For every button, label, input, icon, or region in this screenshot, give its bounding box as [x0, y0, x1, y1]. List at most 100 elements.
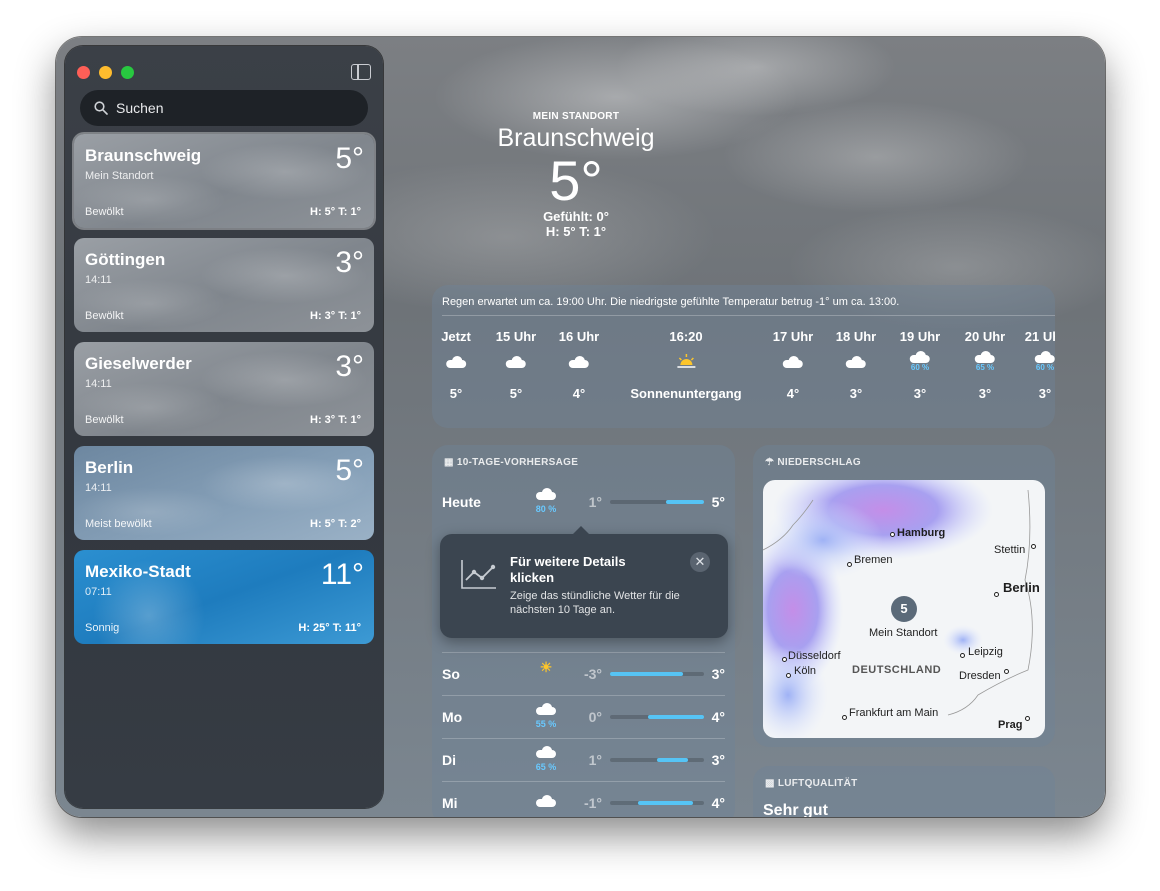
map-label-bremen: Bremen: [854, 554, 893, 566]
location-sub: 07:11: [85, 586, 112, 598]
current-weather: MEIN STANDORT Braunschweig 5° Gefühlt: 0…: [376, 111, 776, 239]
map-label-frankfurt: Frankfurt am Main: [849, 707, 939, 719]
cloud-icon: [446, 355, 466, 368]
location-hilo: H: 3° T: 1°: [310, 414, 361, 426]
map-label-berlin: Berlin: [1003, 580, 1040, 595]
current-temp: 5°: [549, 149, 603, 212]
hour-item[interactable]: 16 Uhr 4°: [559, 329, 599, 401]
search-icon: [94, 101, 108, 115]
location-sub: 14:11: [85, 482, 112, 494]
map-label-koeln: Köln: [794, 665, 817, 677]
map-label-duesseldorf: Düsseldorf: [788, 650, 841, 662]
location-badge[interactable]: 5: [891, 596, 917, 622]
location-temp: 11°: [320, 558, 364, 591]
temp-range-fill: [666, 500, 704, 504]
map-label-leipzig: Leipzig: [968, 646, 1003, 658]
hi-lo: H: 5° T: 1°: [545, 224, 607, 239]
hour-item[interactable]: 21 Uhr 60 % 3°: [1025, 329, 1055, 401]
cloud-icon: [569, 355, 589, 368]
hour-item[interactable]: 20 Uhr 65 % 3°: [965, 329, 1005, 401]
location-card-gieselwerder[interactable]: Gieselwerder 14:11 3° Bewölkt H: 3° T: 1…: [74, 342, 374, 436]
hour-item-sunset[interactable]: 16:20 Sonnenuntergang: [630, 329, 741, 401]
close-icon[interactable]: ✕: [690, 552, 710, 572]
precipitation-map[interactable]: Hamburg Bremen Stettin Berlin 5 Mein Sta…: [763, 480, 1045, 738]
location-name: Gieselwerder: [85, 354, 192, 373]
location-card-berlin[interactable]: Berlin 14:11 5° Meist bewölkt H: 5° T: 2…: [74, 446, 374, 540]
calendar-icon: ▦: [444, 457, 457, 468]
rain-icon: [975, 351, 995, 363]
rain-icon: [536, 746, 556, 758]
location-name: Berlin: [85, 458, 134, 477]
forecast-row[interactable]: Heute 80 % 1° 5°: [442, 481, 725, 523]
chart-icon: [461, 560, 496, 589]
temp-range-fill: [647, 715, 704, 719]
map-label-prag: Prag: [998, 719, 1023, 731]
zoom-window-button[interactable]: [121, 66, 134, 79]
location-temp: 3°: [335, 246, 364, 279]
hour-item[interactable]: Jetzt 5°: [441, 329, 471, 401]
feels-like: Gefühlt: 0°: [543, 209, 609, 224]
map-label-hamburg: Hamburg: [897, 527, 946, 539]
cloud-icon: [846, 355, 866, 368]
location-condition: Meist bewölkt: [85, 518, 152, 530]
forecast-title: 10-TAGE-VORHERSAGE: [456, 457, 579, 468]
hour-item[interactable]: 17 Uhr 4°: [773, 329, 813, 401]
search-input[interactable]: Suchen: [80, 90, 368, 126]
forecast-row[interactable]: So ☀ -3° 3°: [442, 652, 725, 694]
location-condition: Bewölkt: [85, 310, 124, 322]
temp-range-fill: [610, 672, 684, 676]
location-temp: 5°: [335, 142, 364, 175]
forecast-row[interactable]: Di 65 % 1° 3°: [442, 738, 725, 780]
air-quality-value: Sehr gut: [763, 802, 828, 817]
cloud-icon: [783, 355, 803, 368]
precip-title: NIEDERSCHLAG: [777, 457, 861, 468]
hour-item[interactable]: 19 Uhr 60 % 3°: [900, 329, 940, 401]
temp-range-bar: [610, 715, 704, 719]
location-card-braunschweig[interactable]: Braunschweig Mein Standort 5° Bewölkt H:…: [74, 134, 374, 228]
search-placeholder: Suchen: [116, 100, 164, 116]
air-quality-icon: ▩: [765, 778, 778, 789]
location-condition: Bewölkt: [85, 206, 124, 218]
moon-rain-icon: [1035, 351, 1055, 363]
cloud-icon: [536, 795, 556, 807]
map-label-dresden: Dresden: [959, 670, 1001, 682]
sidebar-toggle-icon[interactable]: [351, 64, 371, 80]
air-quality-panel[interactable]: ▩ LUFTQUALITÄT Sehr gut: [753, 766, 1055, 817]
precipitation-panel[interactable]: ☂ NIEDERSCHLAG Hamburg Bremen Stettin Be…: [753, 445, 1055, 747]
sunset-icon: [677, 354, 695, 368]
minimize-window-button[interactable]: [99, 66, 112, 79]
umbrella-icon: ☂: [765, 457, 778, 468]
hourly-summary: Regen erwartet um ca. 19:00 Uhr. Die nie…: [442, 296, 900, 308]
hour-item[interactable]: 18 Uhr 3°: [836, 329, 876, 401]
location-card-goettingen[interactable]: Göttingen 14:11 3° Bewölkt H: 3° T: 1°: [74, 238, 374, 332]
hour-item[interactable]: 15 Uhr 5°: [496, 329, 536, 401]
location-hilo: H: 5° T: 2°: [310, 518, 361, 530]
location-name: Braunschweig: [85, 146, 202, 165]
cloud-icon: [506, 355, 526, 368]
location-card-mexiko-stadt[interactable]: Mexiko-Stadt 07:11 11° Sonnig H: 25° T: …: [74, 550, 374, 644]
hourly-forecast[interactable]: Regen erwartet um ca. 19:00 Uhr. Die nie…: [432, 285, 1055, 428]
location-condition: Sonnig: [85, 622, 120, 634]
map-label-stettin: Stettin: [994, 544, 1026, 556]
partly-sunny-icon: ☀: [539, 659, 553, 675]
location-hilo: H: 3° T: 1°: [310, 310, 361, 322]
temp-range-fill: [638, 801, 693, 805]
rain-icon: [536, 703, 556, 715]
location-label: MEIN STANDORT: [532, 111, 620, 122]
temp-range-fill: [657, 758, 689, 762]
location-name: Göttingen: [85, 250, 166, 269]
location-hilo: H: 5° T: 1°: [310, 206, 361, 218]
close-window-button[interactable]: [77, 66, 90, 79]
tooltip-title: Für weitere Details klicken: [510, 554, 626, 585]
location-condition: Bewölkt: [85, 414, 124, 426]
forecast-row[interactable]: Mi -1° 4°: [442, 781, 725, 817]
temp-range-bar: [610, 672, 704, 676]
details-tooltip[interactable]: Für weitere Details klicken Zeige das st…: [440, 526, 728, 638]
weather-window: Suchen Braunschweig Mein Standort 5° Bew…: [56, 37, 1105, 817]
temp-range-bar: [610, 758, 704, 762]
location-temp: 5°: [335, 454, 364, 487]
moon-rain-icon: [910, 351, 930, 363]
forecast-row[interactable]: Mo 55 % 0° 4°: [442, 695, 725, 737]
location-temp: 3°: [335, 350, 364, 383]
location-sub: Mein Standort: [85, 170, 154, 182]
